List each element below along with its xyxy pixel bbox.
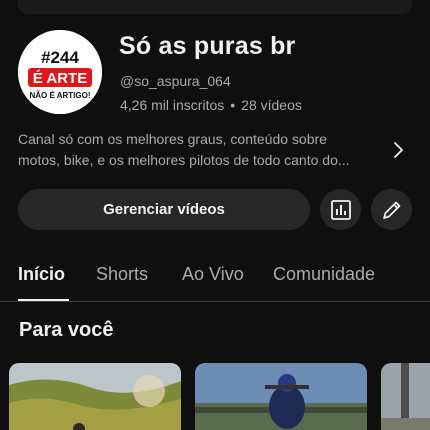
video-thumbnail[interactable]	[9, 363, 181, 430]
channel-name: Só as puras br	[119, 32, 296, 60]
tab-ao-vivo[interactable]: Ao Vivo	[182, 264, 244, 285]
channel-avatar[interactable]: #244 É ARTE NÃO É ARTIGO!	[18, 30, 102, 114]
analytics-button[interactable]	[320, 189, 361, 230]
video-thumbnail[interactable]	[381, 363, 430, 430]
video-count: 28 vídeos	[241, 97, 302, 113]
description-line: Canal só com os melhores graus, conteúdo…	[18, 131, 327, 147]
stats-separator: •	[230, 97, 236, 113]
section-title: Para você	[19, 319, 114, 341]
active-tab-indicator	[18, 299, 69, 301]
video-thumbnail[interactable]	[195, 363, 367, 430]
channel-stats: 4,26 mil inscritos • 28 vídeos	[120, 97, 302, 113]
edit-channel-button[interactable]	[371, 189, 412, 230]
manage-videos-button[interactable]: Gerenciar vídeos	[18, 189, 310, 230]
pencil-icon	[382, 201, 400, 219]
avatar-text-middle: É ARTE	[33, 70, 87, 87]
tab-inicio[interactable]: Início	[18, 264, 65, 285]
avatar-text-top: #244	[41, 48, 79, 67]
tab-shorts[interactable]: Shorts	[96, 264, 148, 285]
subscriber-count: 4,26 mil inscritos	[120, 97, 225, 113]
analytics-icon	[330, 199, 351, 220]
description-line: motos, bike, e os melhores pilotos de to…	[18, 152, 350, 168]
avatar-logo: #244 É ARTE NÃO É ARTIGO!	[18, 30, 102, 114]
tab-comunidade[interactable]: Comunidade	[273, 264, 375, 285]
channel-tabs: Início Shorts Ao Vivo Comunidade	[0, 250, 430, 302]
chevron-right-icon[interactable]	[390, 140, 406, 160]
channel-handle: @so_aspura_064	[120, 73, 231, 89]
channel-description[interactable]: Canal só com os melhores graus, conteúdo…	[18, 129, 378, 171]
channel-banner[interactable]	[18, 0, 412, 14]
avatar-text-bottom: NÃO É ARTIGO!	[29, 91, 90, 100]
